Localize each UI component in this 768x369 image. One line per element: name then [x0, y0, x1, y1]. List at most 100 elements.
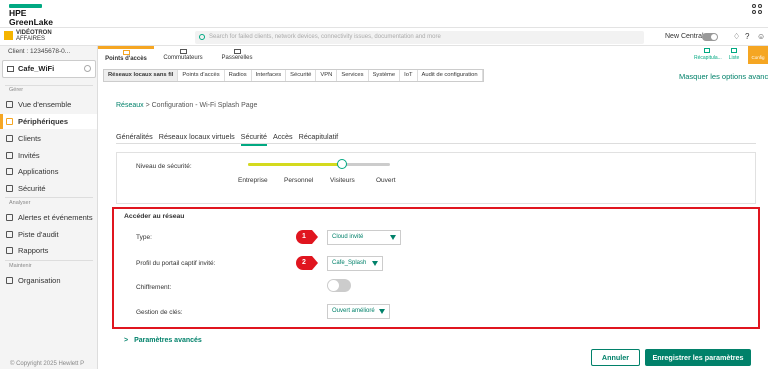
- summary-view-button[interactable]: Récapitula...: [694, 47, 722, 61]
- security-level-slider-handle[interactable]: [337, 159, 347, 169]
- bell-icon[interactable]: ♢: [733, 32, 740, 41]
- sidebar-item-label: Piste d'audit: [18, 230, 59, 239]
- subtab-wlans[interactable]: Réseaux locaux sans fil: [104, 70, 179, 81]
- videotron-line2: AFFAIRES: [16, 36, 46, 42]
- overview-icon: [6, 101, 13, 108]
- subtab-system[interactable]: Système: [369, 70, 401, 81]
- tab-label: Points d'accès: [105, 56, 147, 62]
- guests-icon: [6, 152, 13, 159]
- sidebar-item-reports[interactable]: Rapports: [0, 243, 97, 258]
- sidebar-item-audit[interactable]: Piste d'audit: [0, 227, 97, 242]
- subtab-config-audit[interactable]: Audit de configuration: [418, 70, 483, 81]
- divider: [5, 197, 93, 198]
- subtab-security[interactable]: Sécurité: [286, 70, 317, 81]
- shield-icon: [6, 185, 13, 192]
- sidebar-item-devices[interactable]: Périphériques: [0, 114, 97, 129]
- client-id: Client : 12345678-0...: [8, 48, 71, 55]
- sidebar-item-clients[interactable]: Clients: [0, 131, 97, 146]
- search-input[interactable]: Search for failed clients, network devic…: [195, 31, 644, 44]
- key-management-value: Ouvert amélioré: [332, 308, 375, 314]
- hpe-greenlake-logo[interactable]: HPE GreenLake: [9, 4, 53, 27]
- devices-icon: [6, 118, 13, 125]
- site-icon: [7, 66, 14, 72]
- type-value: Cloud invité: [332, 234, 364, 240]
- divider: [5, 260, 93, 261]
- sidebar-item-label: Clients: [18, 134, 41, 143]
- breadcrumb-networks-link[interactable]: Réseaux: [116, 102, 144, 109]
- sidebar-item-security[interactable]: Sécurité: [0, 181, 97, 196]
- list-view-button[interactable]: Liste: [724, 47, 744, 61]
- site-selector[interactable]: Cafe_WiFi: [2, 60, 96, 78]
- new-central-toggle[interactable]: [702, 33, 718, 41]
- gateway-icon: [233, 49, 241, 54]
- chevron-down-icon: [372, 261, 378, 266]
- subtab-vpn[interactable]: VPN: [316, 70, 338, 81]
- section-gerer: Gérer: [9, 87, 24, 93]
- sidebar-item-overview[interactable]: Vue d'ensemble: [0, 97, 97, 112]
- subtab-interfaces[interactable]: Interfaces: [252, 70, 287, 81]
- step-marker-1: 1: [296, 230, 318, 244]
- step-marker-2: 2: [296, 256, 318, 270]
- help-icon[interactable]: ?: [745, 32, 749, 41]
- sidebar-item-label: Sécurité: [18, 184, 46, 193]
- save-settings-button[interactable]: Enregistrer les paramètres: [645, 349, 751, 366]
- sidebar-item-label: Vue d'ensemble: [18, 100, 72, 109]
- subtab-services[interactable]: Services: [337, 70, 369, 81]
- sidebar-item-label: Périphériques: [18, 117, 69, 126]
- app-grid-icon[interactable]: [752, 4, 762, 14]
- advanced-settings-label: Paramètres avancés: [134, 337, 202, 344]
- videotron-logo[interactable]: VIDÉOTRON AFFAIRES: [4, 30, 52, 42]
- wizard-tabs-divider: [116, 143, 756, 144]
- breadcrumb: Réseaux > Configuration - Wi-Fi Splash P…: [116, 102, 257, 109]
- list-label: Liste: [728, 55, 740, 61]
- sidebar-item-organization[interactable]: Organisation: [0, 273, 97, 288]
- key-management-label: Gestion de clés:: [136, 309, 183, 316]
- type-select[interactable]: Cloud invité: [327, 230, 401, 245]
- security-level-panel: [116, 152, 756, 204]
- captive-portal-profile-select[interactable]: Cafe_Splash: [327, 256, 383, 271]
- tab-gateways[interactable]: Passerelles: [214, 46, 260, 68]
- cancel-button[interactable]: Annuler: [591, 349, 640, 366]
- config-label: Config: [751, 55, 765, 60]
- audit-icon: [6, 231, 13, 238]
- tab-switches[interactable]: Commutateurs: [158, 46, 208, 68]
- security-stop-personal[interactable]: Personnel: [284, 177, 313, 184]
- subtab-access-points[interactable]: Points d'accès: [178, 70, 225, 81]
- config-view-button[interactable]: Config: [748, 46, 768, 64]
- sidebar-item-guests[interactable]: Invités: [0, 148, 97, 163]
- access-point-icon: [122, 50, 130, 55]
- security-stop-enterprise[interactable]: Entreprise: [238, 177, 268, 184]
- encryption-label: Chiffrement:: [136, 284, 172, 291]
- site-name: Cafe_WiFi: [18, 64, 55, 73]
- subtab-radios[interactable]: Radios: [225, 70, 252, 81]
- list-icon: [731, 48, 737, 53]
- chevron-down-icon: [390, 235, 396, 240]
- sidebar-item-label: Invités: [18, 151, 40, 160]
- subtab-iot[interactable]: IoT: [400, 70, 418, 81]
- divider: [5, 85, 93, 86]
- clients-icon: [6, 135, 13, 142]
- search-icon: [199, 34, 205, 40]
- user-icon[interactable]: ☺: [757, 32, 765, 41]
- switch-icon: [179, 49, 187, 54]
- encryption-toggle[interactable]: [327, 279, 351, 292]
- videotron-logo-mark: [4, 31, 13, 40]
- applications-icon: [6, 168, 13, 175]
- tab-access-points[interactable]: Points d'accès: [98, 46, 154, 68]
- sidebar-item-alerts[interactable]: Alertes et événements: [0, 210, 97, 225]
- summary-icon: [704, 48, 710, 53]
- highlight-box: [112, 207, 760, 329]
- chevron-down-icon: [379, 309, 385, 314]
- section-analyser: Analyser: [9, 200, 31, 206]
- sidebar-item-label: Applications: [18, 167, 59, 176]
- security-stop-visitors[interactable]: Visiteurs: [330, 177, 355, 184]
- security-stop-open[interactable]: Ouvert: [376, 177, 396, 184]
- key-management-select[interactable]: Ouvert amélioré: [327, 304, 390, 319]
- sidebar-item-applications[interactable]: Applications: [0, 164, 97, 179]
- advanced-settings-toggle[interactable]: > Paramètres avancés: [124, 337, 202, 344]
- section-maintenir: Maintenir: [9, 263, 32, 269]
- sidebar-item-label: Alertes et événements: [18, 213, 93, 222]
- hide-advanced-link[interactable]: Masquer les options avancées: [679, 72, 768, 81]
- access-network-title: Accéder au réseau: [124, 213, 185, 220]
- tab-label: Passerelles: [221, 55, 253, 61]
